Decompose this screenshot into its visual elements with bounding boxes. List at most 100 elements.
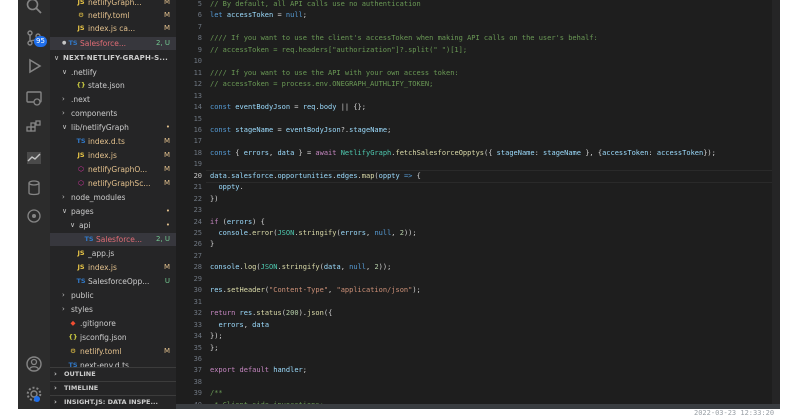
git-status-badge: U [164,277,170,285]
tree-folder[interactable]: › components [50,107,176,120]
tree-file[interactable]: TS Salesforce... 2, U [50,233,176,246]
settings-update-dot [34,396,40,402]
file-type-icon: {} [68,333,78,341]
tree-label: pages [71,207,94,216]
tree-file[interactable]: ⬡ netlifyGraphSc... M [50,177,176,190]
tree-folder[interactable]: ∨ lib/netlifyGraph • [50,121,176,134]
tree-label: lib/netlifyGraph [71,123,129,132]
chevron-right-icon: › [54,370,57,378]
line-number: 27 [193,251,202,260]
line-number: 36 [193,354,202,363]
database-icon[interactable] [24,178,44,198]
tree-file[interactable]: ● TS Salesforce... 2, U [50,37,176,50]
tree-file[interactable]: TS SalesforceOpp... U [50,275,176,288]
tree-label: public [71,291,94,300]
line-number: 10 [193,57,202,66]
tree-folder[interactable]: ∨ api • [50,219,176,232]
tree-label: index.d.ts [88,137,125,146]
line-number: 5 [197,0,202,8]
line-number: 8 [197,34,202,43]
tree-label: state.json [88,81,125,90]
line-number: 18 [193,148,202,157]
tree-folder[interactable]: › public [50,289,176,302]
line-number: 30 [193,286,202,295]
line-number: 31 [193,297,202,306]
file-type-icon: ⚙ [70,347,76,355]
graph-icon[interactable] [24,206,44,226]
chevron-right-icon: › [54,384,57,392]
explorer-sidebar: JS netlifyGraph... M ⚙ netlify.toml M JS index.… [50,0,176,409]
line-number: 17 [193,137,202,146]
scrollbar-track[interactable] [772,0,780,409]
sidebar-section-insight[interactable]: › INSIGHT.JS: DATA INSPE... [50,395,176,409]
tree-label: jsconfig.json [80,333,127,342]
chevron-down-icon: ∨ [70,221,76,229]
code-area[interactable]: // By default, all API calls use no auth… [210,0,780,409]
tree-file[interactable]: ⬡ netlifyGraphO... M [50,163,176,176]
tree-label: api [79,221,91,230]
chart-icon[interactable] [24,148,44,168]
line-number: 14 [193,103,202,112]
tree-file[interactable]: JS _app.js [50,247,176,260]
code-line: // accessToken = req.headers["authorizat… [210,45,468,54]
line-number: 15 [193,114,202,123]
sidebar-section-timeline[interactable]: › TIMELINE [50,381,176,395]
git-status-badge: • [165,221,170,229]
line-number: 39 [193,389,202,398]
tree-file[interactable]: ◆ .gitignore [50,317,176,330]
code-line: const { errors, data } = await NetlifyGr… [210,148,716,157]
sidebar-section-outline[interactable]: › OUTLINE [50,367,176,381]
line-number: 32 [193,309,202,318]
tree-folder[interactable]: ∨ .netlify [50,66,176,79]
line-number: 35 [193,343,202,352]
tree-file[interactable]: TS index.d.ts M [50,135,176,148]
tree-file[interactable]: ⚙ netlify.toml M [50,345,176,358]
tree-file[interactable]: JS index.js M [50,261,176,274]
code-editor[interactable]: 5 6 7 8 9 10 11 12 13 14 15 16 17 18 19 20 21 22 23 24 25 26 2… [176,0,780,409]
line-number: 9 [197,45,202,54]
line-number: 16 [193,125,202,134]
tree-folder[interactable]: › node_modules [50,191,176,204]
line-number: 22 [193,194,202,203]
file-type-icon: JS [77,151,85,159]
code-line: data.salesforce.opportunities.edges.map(… [210,171,421,180]
explorer-project-header[interactable]: ∨ NEXT-NETLIFY-GRAPH-S... [50,52,176,65]
line-number-gutter: 5 6 7 8 9 10 11 12 13 14 15 16 17 18 19 20 21 22 23 24 25 26 2… [176,0,206,409]
git-status-badge: M [163,0,170,6]
code-line: console.error(JSON.stringify(errors, nul… [218,229,417,237]
tree-file[interactable]: {} jsconfig.json [50,331,176,344]
line-number: 33 [193,320,202,329]
file-type-icon: ⬡ [78,179,84,187]
chevron-right-icon: › [62,95,65,103]
code-line: //// If you want to use the API with you… [210,68,459,77]
code-line: // By default, all API calls use no auth… [210,0,421,8]
tree-file[interactable]: JS index.js ca... M [50,22,176,35]
tree-folder[interactable]: ∨ pages • [50,205,176,218]
activity-bar: 95 [18,0,50,409]
code-line: errors, data [218,320,270,329]
extensions-icon[interactable] [24,118,44,138]
tree-file[interactable]: JS netlifyGraph... M [50,0,176,9]
account-icon[interactable] [24,354,44,374]
search-icon[interactable] [24,0,44,16]
code-line: // accessToken = process.env.ONEGRAPH_AU… [210,80,434,89]
tree-folder[interactable]: › styles [50,303,176,316]
section-label: TIMELINE [64,384,99,392]
tree-label: SalesforceOpp... [88,277,150,286]
git-status-badge: M [163,347,170,355]
tree-file[interactable]: ⚙ netlify.toml M [50,9,176,22]
line-number: 23 [193,206,202,215]
vscode-window: 95 JS netlifyGraph... M ⚙ netlify.toml M JS ind… [18,0,780,409]
code-line: const eventBodyJson = req.body || {}; [210,103,366,112]
tree-file[interactable]: {} state.json [50,79,176,92]
tree-file[interactable]: JS index.js M [50,149,176,162]
code-line: oppty. [218,183,244,192]
code-line: //// If you want to use the client's acc… [210,34,598,43]
remote-explorer-icon[interactable] [24,88,44,108]
tree-label: netlify.toml [80,347,122,356]
file-type-icon: TS [76,277,86,285]
file-type-icon: TS [68,39,78,47]
line-number: 24 [193,217,202,226]
run-debug-icon[interactable] [24,56,44,76]
tree-folder[interactable]: › .next [50,93,176,106]
